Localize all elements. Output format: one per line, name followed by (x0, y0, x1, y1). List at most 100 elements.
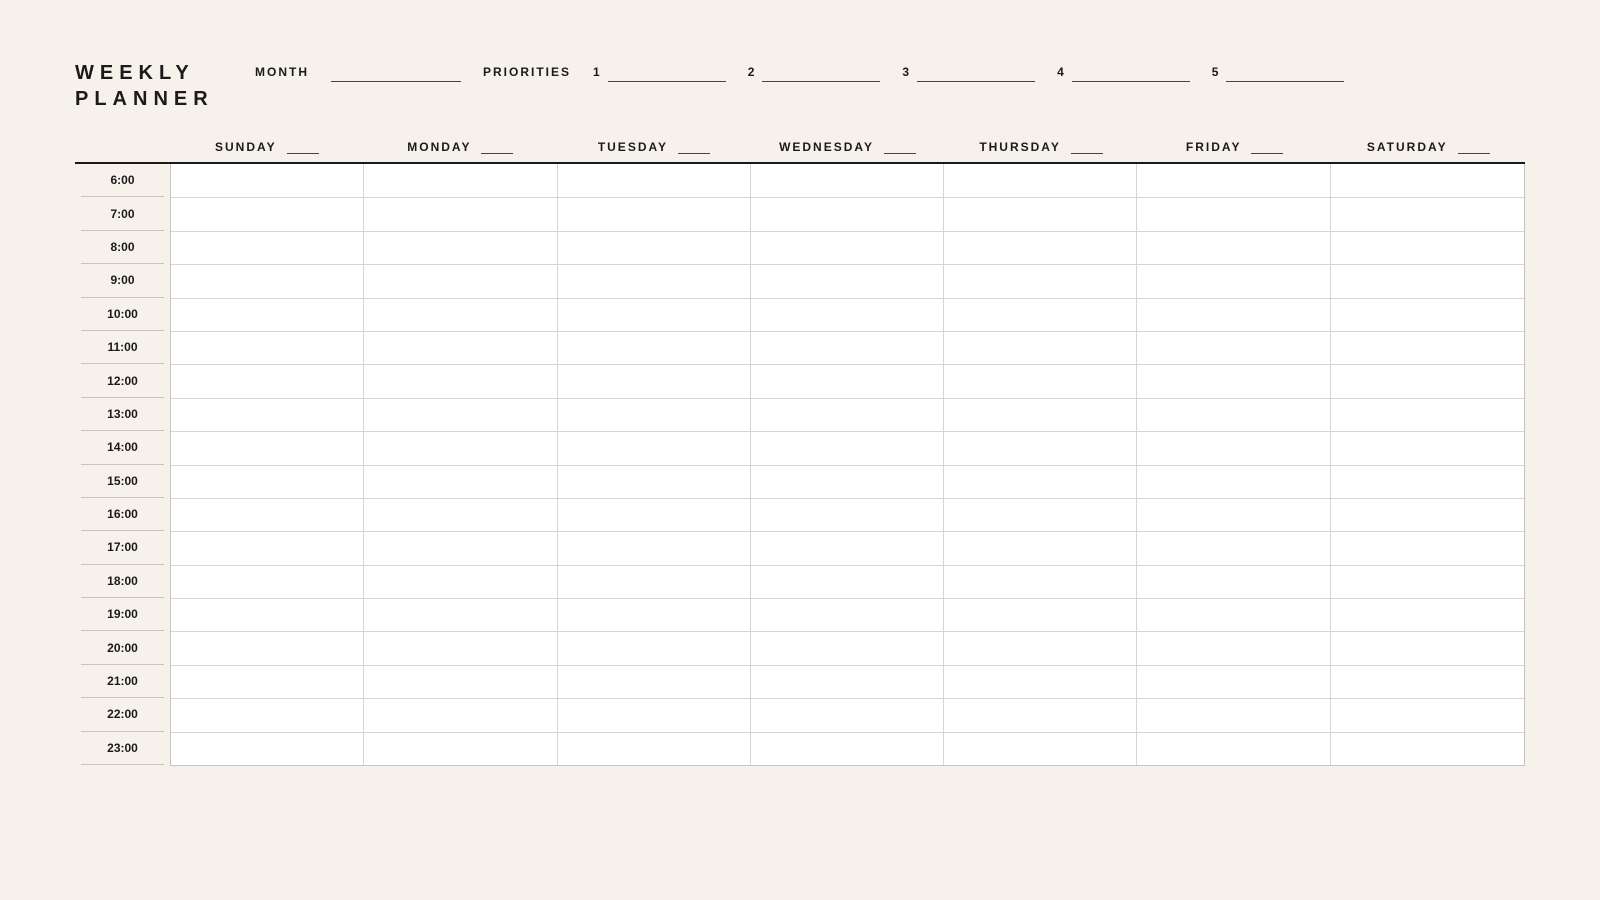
schedule-cell[interactable] (1137, 164, 1330, 197)
schedule-cell[interactable] (1137, 264, 1330, 297)
schedule-cell[interactable] (171, 465, 364, 498)
day-date-input[interactable] (481, 140, 513, 154)
schedule-cell[interactable] (364, 531, 557, 564)
schedule-cell[interactable] (558, 531, 751, 564)
schedule-cell[interactable] (364, 431, 557, 464)
schedule-cell[interactable] (751, 665, 944, 698)
schedule-cell[interactable] (558, 698, 751, 731)
schedule-cell[interactable] (751, 264, 944, 297)
schedule-cell[interactable] (1137, 698, 1330, 731)
schedule-cell[interactable] (558, 331, 751, 364)
schedule-cell[interactable] (558, 398, 751, 431)
schedule-cell[interactable] (1331, 465, 1524, 498)
schedule-cell[interactable] (944, 598, 1137, 631)
schedule-cell[interactable] (171, 698, 364, 731)
day-date-input[interactable] (678, 140, 710, 154)
schedule-cell[interactable] (944, 665, 1137, 698)
schedule-cell[interactable] (364, 398, 557, 431)
schedule-cell[interactable] (1331, 631, 1524, 664)
schedule-cell[interactable] (944, 298, 1137, 331)
schedule-cell[interactable] (944, 732, 1137, 765)
schedule-cell[interactable] (558, 732, 751, 765)
schedule-cell[interactable] (1137, 431, 1330, 464)
schedule-cell[interactable] (171, 431, 364, 464)
schedule-cell[interactable] (558, 197, 751, 230)
schedule-cell[interactable] (751, 364, 944, 397)
schedule-cell[interactable] (944, 364, 1137, 397)
schedule-cell[interactable] (751, 465, 944, 498)
schedule-cell[interactable] (364, 465, 557, 498)
schedule-cell[interactable] (944, 698, 1137, 731)
schedule-cell[interactable] (364, 331, 557, 364)
schedule-cell[interactable] (1331, 732, 1524, 765)
schedule-cell[interactable] (1331, 598, 1524, 631)
schedule-cell[interactable] (171, 298, 364, 331)
schedule-cell[interactable] (1137, 531, 1330, 564)
schedule-cell[interactable] (558, 364, 751, 397)
schedule-cell[interactable] (1331, 264, 1524, 297)
priority-1-input[interactable] (608, 62, 726, 82)
schedule-cell[interactable] (751, 498, 944, 531)
schedule-cell[interactable] (1331, 531, 1524, 564)
schedule-cell[interactable] (364, 231, 557, 264)
schedule-cell[interactable] (1137, 665, 1330, 698)
day-date-input[interactable] (1458, 140, 1490, 154)
day-date-input[interactable] (1251, 140, 1283, 154)
schedule-cell[interactable] (751, 398, 944, 431)
schedule-cell[interactable] (1137, 298, 1330, 331)
schedule-cell[interactable] (558, 665, 751, 698)
schedule-cell[interactable] (364, 698, 557, 731)
schedule-cell[interactable] (944, 264, 1137, 297)
schedule-cell[interactable] (1137, 197, 1330, 230)
schedule-cell[interactable] (364, 264, 557, 297)
priority-3-input[interactable] (917, 62, 1035, 82)
schedule-cell[interactable] (1331, 665, 1524, 698)
schedule-cell[interactable] (171, 665, 364, 698)
schedule-cell[interactable] (558, 164, 751, 197)
schedule-cell[interactable] (751, 531, 944, 564)
schedule-cell[interactable] (171, 197, 364, 230)
schedule-cell[interactable] (751, 231, 944, 264)
schedule-cell[interactable] (1331, 431, 1524, 464)
priority-4-input[interactable] (1072, 62, 1190, 82)
schedule-cell[interactable] (171, 498, 364, 531)
schedule-cell[interactable] (364, 565, 557, 598)
schedule-cell[interactable] (751, 164, 944, 197)
schedule-cell[interactable] (1137, 732, 1330, 765)
schedule-cell[interactable] (364, 498, 557, 531)
schedule-cell[interactable] (751, 298, 944, 331)
schedule-cell[interactable] (1137, 565, 1330, 598)
schedule-cell[interactable] (1137, 465, 1330, 498)
day-date-input[interactable] (287, 140, 319, 154)
schedule-cell[interactable] (171, 732, 364, 765)
schedule-cell[interactable] (558, 598, 751, 631)
schedule-cell[interactable] (171, 598, 364, 631)
schedule-cell[interactable] (944, 331, 1137, 364)
schedule-cell[interactable] (364, 665, 557, 698)
schedule-cell[interactable] (171, 565, 364, 598)
day-date-input[interactable] (884, 140, 916, 154)
schedule-cell[interactable] (558, 298, 751, 331)
schedule-cell[interactable] (1137, 331, 1330, 364)
schedule-cell[interactable] (171, 398, 364, 431)
schedule-cell[interactable] (364, 598, 557, 631)
schedule-cell[interactable] (751, 698, 944, 731)
schedule-cell[interactable] (944, 631, 1137, 664)
priority-5-input[interactable] (1226, 62, 1344, 82)
schedule-cell[interactable] (171, 531, 364, 564)
schedule-cell[interactable] (1331, 197, 1524, 230)
schedule-cell[interactable] (751, 631, 944, 664)
schedule-cell[interactable] (1137, 498, 1330, 531)
schedule-cell[interactable] (558, 264, 751, 297)
schedule-cell[interactable] (944, 231, 1137, 264)
schedule-cell[interactable] (1331, 231, 1524, 264)
schedule-cell[interactable] (364, 631, 557, 664)
schedule-cell[interactable] (364, 197, 557, 230)
schedule-cell[interactable] (558, 498, 751, 531)
schedule-cell[interactable] (944, 498, 1137, 531)
schedule-cell[interactable] (1137, 398, 1330, 431)
schedule-cell[interactable] (171, 364, 364, 397)
schedule-cell[interactable] (1331, 298, 1524, 331)
schedule-cell[interactable] (1331, 164, 1524, 197)
schedule-cell[interactable] (944, 531, 1137, 564)
